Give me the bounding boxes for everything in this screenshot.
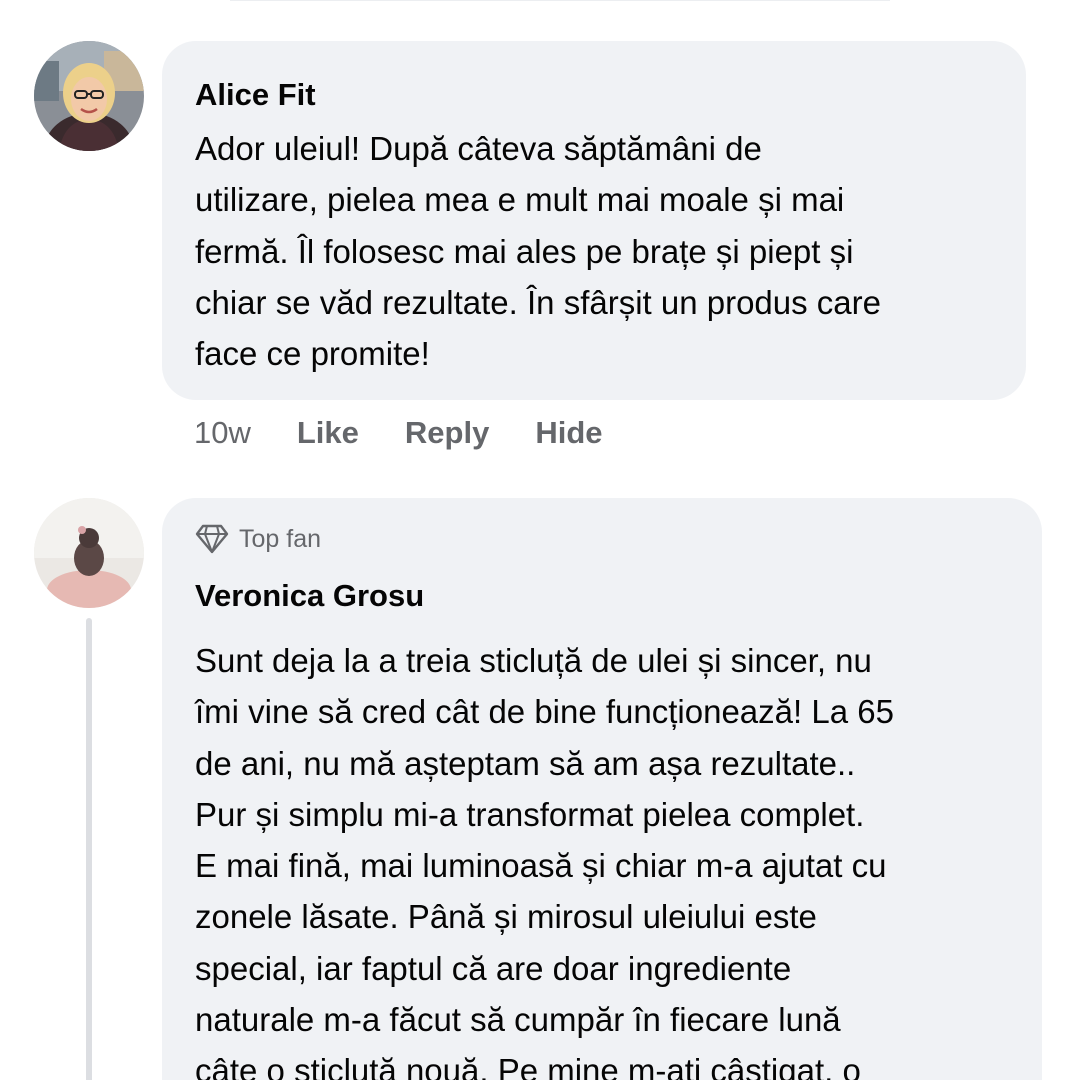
comment-text-line: special, iar faptul că are doar ingredie… [195, 949, 792, 987]
comment-text-line: Sunt deja la a treia sticluță de ulei și… [195, 642, 872, 679]
divider [230, 0, 890, 1]
comment-text: Ador uleiul! După câteva săptămâni de ut… [195, 123, 1015, 379]
avatar[interactable] [34, 41, 144, 151]
reply-button[interactable]: Reply [405, 415, 489, 451]
comment-actions: 10w Like Reply Hide [194, 415, 649, 451]
comment-text-line: utilizare, pielea mea e mult mai moale ș… [195, 181, 845, 219]
comment-text-line: chiar se văd rezultate. În sfârșit un pr… [195, 283, 882, 321]
comment-text-line: fermă. Îl folosesc mai ales pe brațe și … [195, 232, 854, 270]
badge-label: Top fan [239, 524, 322, 553]
avatar-child-photo-icon [34, 498, 144, 608]
avatar-woman-glasses-icon [34, 41, 144, 151]
comment-text: Sunt deja la a treia sticluță de ulei și… [195, 635, 1025, 1080]
thread-line [86, 618, 92, 1080]
comment-bubble: Top fan Veronica Grosu Sunt deja la a tr… [162, 498, 1042, 1080]
avatar[interactable] [34, 498, 144, 608]
hide-button[interactable]: Hide [535, 415, 602, 451]
like-button[interactable]: Like [297, 415, 359, 451]
diamond-icon [195, 524, 229, 554]
comment-text-line: de ani, nu mă așteptam să am așa rezulta… [195, 744, 856, 782]
top-fan-badge: Top fan [195, 524, 321, 554]
comment-bubble: Alice Fit Ador uleiul! După câteva săptă… [162, 41, 1026, 400]
comment-text-line: naturale m-a făcut să cumpăr în fiecare … [195, 1001, 841, 1039]
comment-text-line: îmi vine să cred cât de bine funcționeaz… [195, 693, 894, 731]
comment-text-line: E mai fină, mai luminoasă și chiar m-a a… [195, 847, 887, 885]
comment-text-line: Ador uleiul! După câteva săptămâni de [195, 130, 762, 167]
comment-author[interactable]: Veronica Grosu [195, 578, 424, 614]
comment-text-line: face ce promite! [195, 335, 430, 373]
comments-page: Alice Fit Ador uleiul! După câteva săptă… [0, 0, 1080, 1080]
comment-text-line: Pur și simplu mi-a transformat pielea co… [195, 795, 865, 833]
comment-text-line: zonele lăsate. Până și mirosul uleiului … [195, 898, 817, 936]
comment-timestamp[interactable]: 10w [194, 415, 251, 451]
comment-author[interactable]: Alice Fit [195, 77, 316, 113]
comment-text-line: câte o sticluță nouă. Pe mine m-ați câșt… [195, 1052, 861, 1080]
